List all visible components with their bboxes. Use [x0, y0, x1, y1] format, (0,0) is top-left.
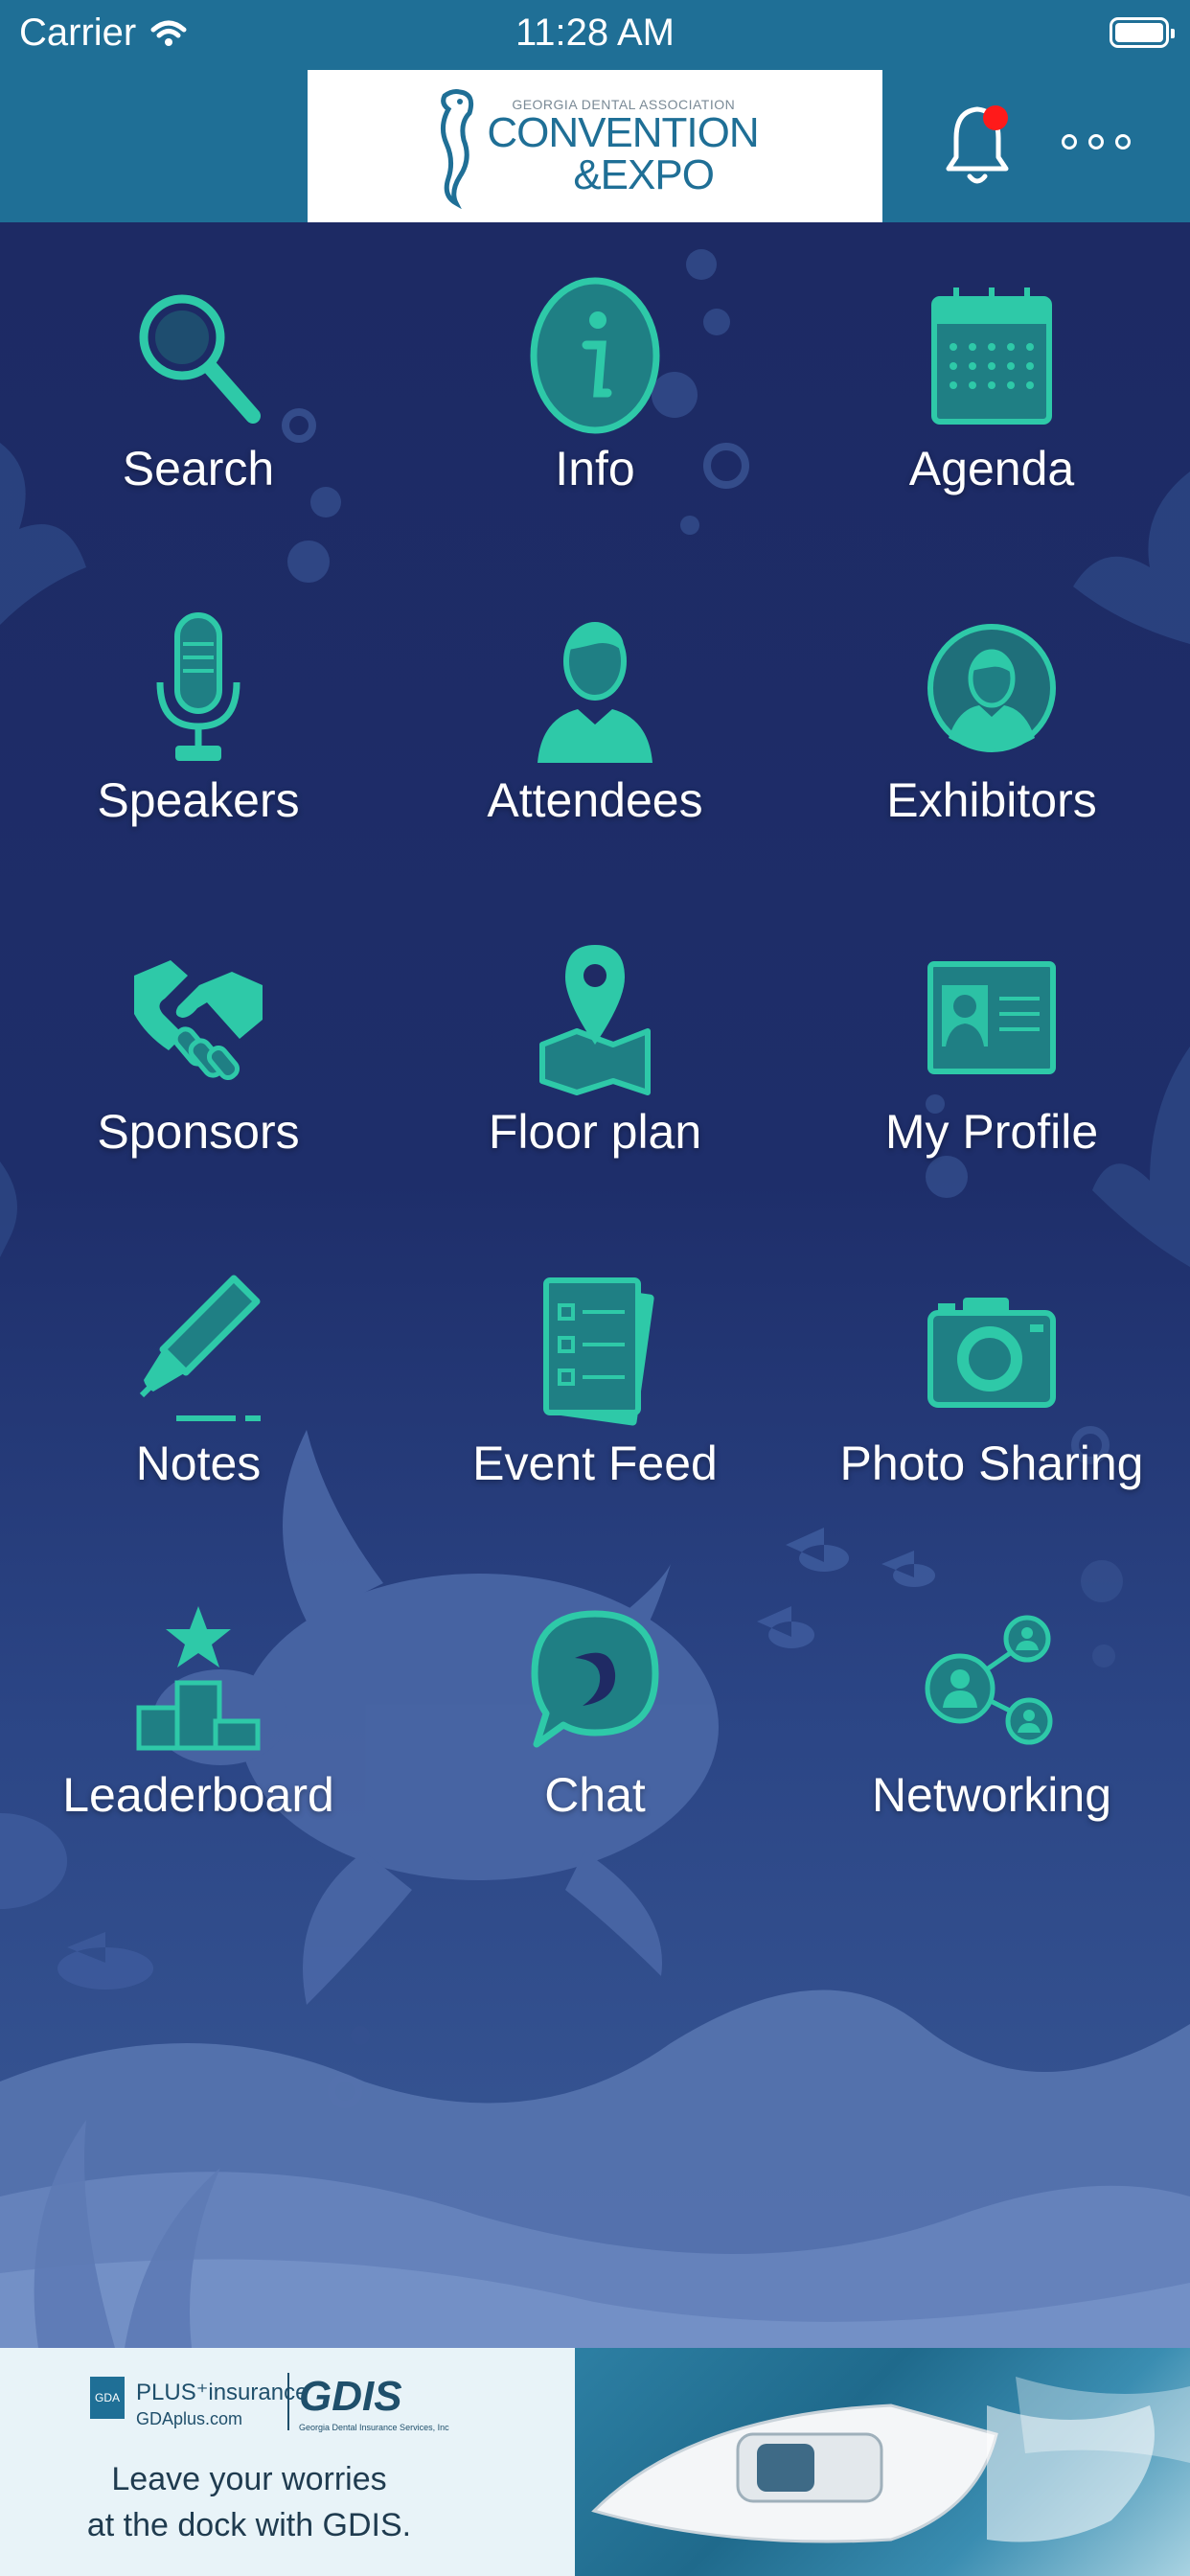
logo-title-line2: &EXPO — [573, 150, 715, 198]
menu-label: Chat — [544, 1768, 646, 1822]
ad-url: GDAplus.com — [136, 2409, 243, 2428]
menu-search[interactable]: Search — [0, 236, 397, 567]
ad-tagline-1: Leave your worries — [111, 2461, 387, 2497]
status-time: 11:28 AM — [515, 12, 675, 54]
handshake-icon — [134, 960, 263, 1081]
seahorse-icon — [441, 88, 474, 209]
menu-label: Notes — [135, 1437, 262, 1490]
menu-label: Floor plan — [488, 1105, 702, 1159]
microphone-icon — [156, 612, 240, 761]
ad-banner[interactable]: GDA PLUS⁺insurance GDAplus.com GDIS Geor… — [0, 2348, 1190, 2576]
menu-exhibitors[interactable]: Exhibitors — [793, 567, 1190, 899]
gda-badge: GDA — [90, 2377, 125, 2419]
menu-label: Photo Sharing — [839, 1437, 1144, 1490]
ad-text-panel: GDA PLUS⁺insurance GDAplus.com GDIS Geor… — [0, 2348, 613, 2576]
checklist-icon — [543, 1277, 654, 1426]
ad-tagline-2: at the dock with GDIS. — [86, 2507, 412, 2543]
logo-title-line1: CONVENTION — [487, 108, 759, 156]
person-circle-icon — [927, 624, 1056, 752]
menu-label: Speakers — [97, 773, 300, 827]
map-pin-icon — [539, 945, 651, 1095]
chat-bubble-icon — [531, 1610, 659, 1748]
podium-star-icon — [136, 1606, 261, 1751]
menu-label: Attendees — [487, 773, 703, 827]
menu-label: Agenda — [908, 442, 1075, 495]
menu-notes[interactable]: Notes — [0, 1230, 397, 1562]
menu-label: Event Feed — [472, 1437, 718, 1490]
network-people-icon — [925, 1615, 1053, 1745]
ad-brand-subtitle: Georgia Dental Insurance Services, Inc — [299, 2423, 449, 2432]
battery-icon — [1110, 17, 1175, 48]
menu-speakers[interactable]: Speakers — [0, 567, 397, 899]
menu-sponsors[interactable]: Sponsors — [0, 899, 397, 1230]
menu-event-feed[interactable]: Event Feed — [397, 1230, 793, 1562]
event-logo: GEORGIA DENTAL ASSOCIATION CONVENTION &E… — [308, 70, 882, 222]
ad-divider — [287, 2373, 289, 2430]
menu-label: My Profile — [884, 1105, 1099, 1159]
menu-agenda[interactable]: Agenda — [793, 236, 1190, 567]
menu-photo-sharing[interactable]: Photo Sharing — [793, 1230, 1190, 1562]
menu-label: Sponsors — [97, 1105, 300, 1159]
menu-floor-plan[interactable]: Floor plan — [397, 899, 793, 1230]
info-icon — [530, 277, 660, 434]
yacht-image — [591, 2377, 1190, 2543]
menu-my-profile[interactable]: My Profile — [793, 899, 1190, 1230]
search-icon — [139, 294, 261, 424]
menu-label: Info — [555, 442, 635, 495]
ad-brand: GDIS — [299, 2373, 402, 2420]
ad-boat-image — [575, 2348, 1190, 2576]
menu-leaderboard[interactable]: Leaderboard — [0, 1562, 397, 1894]
menu-label: Networking — [871, 1768, 1112, 1822]
calendar-icon — [931, 288, 1052, 425]
menu-info[interactable]: Info — [397, 236, 793, 567]
menu-label: Search — [122, 442, 275, 495]
home-menu-area: Search Info Agenda Speakers Attendees Ex… — [0, 222, 1190, 2348]
app-header: Carrier 11:28 AM GEORGIA DENTAL ASSOCIAT… — [0, 0, 1190, 222]
ad-plus-insurance: PLUS⁺insurance — [136, 2380, 309, 2405]
pen-icon — [139, 1275, 261, 1421]
person-icon — [538, 622, 652, 763]
notification-badge — [983, 105, 1008, 130]
id-card-icon — [927, 961, 1056, 1074]
camera-icon — [927, 1298, 1056, 1408]
menu-attendees[interactable]: Attendees — [397, 567, 793, 899]
menu-chat[interactable]: Chat — [397, 1562, 793, 1894]
menu-label: Exhibitors — [886, 773, 1097, 827]
menu-label: Leaderboard — [62, 1768, 334, 1822]
menu-networking[interactable]: Networking — [793, 1562, 1190, 1894]
more-options-icon[interactable] — [1062, 134, 1131, 150]
